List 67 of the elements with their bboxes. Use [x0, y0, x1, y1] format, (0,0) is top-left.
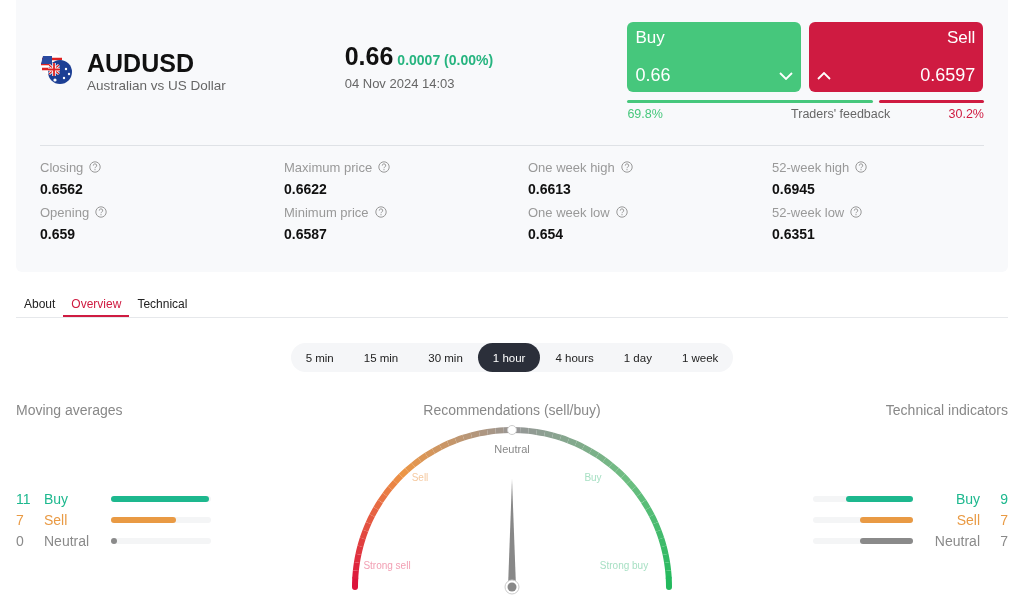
signal-label: Buy [44, 491, 70, 507]
section-tab[interactable]: About [16, 292, 64, 317]
zone-label: Strong sell [363, 560, 411, 571]
help-icon[interactable] [855, 161, 868, 173]
signal-count: 7 [999, 512, 1008, 528]
stat-label: Minimum price [284, 205, 369, 220]
zone-label: Sell [411, 472, 429, 483]
stat-label: 52-week high [772, 160, 850, 175]
stat-label: One week high [528, 160, 615, 175]
signal-label: Neutral [933, 533, 980, 549]
help-icon[interactable] [615, 206, 628, 218]
gauge-marker [507, 425, 517, 435]
section-title: Recommendations (sell/buy) [422, 402, 602, 418]
help-icon[interactable] [374, 206, 387, 218]
stat-value: 0.6562 [40, 181, 84, 197]
signal-count: 11 [16, 491, 32, 507]
chevron-down-icon [779, 71, 794, 80]
stat-value: 0.6945 [772, 181, 816, 197]
stat-value: 0.659 [40, 226, 77, 242]
timeframe-button[interactable]: 1 week [666, 343, 734, 372]
timeframe-button[interactable]: 5 min [290, 343, 349, 372]
stat-value: 0.6613 [528, 181, 572, 197]
timeframe-button[interactable]: 4 hours [540, 343, 609, 372]
section-tab[interactable]: Technical [129, 292, 196, 317]
sell-button[interactable]: Sell 0.6597 [809, 22, 984, 92]
stat-label: Maximum price [284, 160, 373, 175]
signal-label: Sell [44, 512, 69, 528]
timeframe-button[interactable]: 1 hour [477, 343, 541, 372]
zone-label: Buy [584, 472, 602, 483]
section-title: Moving averages [16, 402, 124, 418]
sell-share: 30.2% [948, 107, 984, 121]
stat-value: 0.6587 [284, 226, 328, 242]
timeframe-button[interactable]: 15 min [348, 343, 414, 372]
help-icon[interactable] [95, 206, 108, 218]
zone-label: Neutral [494, 443, 530, 455]
flag-icon [40, 52, 74, 86]
zone-label: Strong buy [599, 560, 649, 571]
stat-label: 52-week low [772, 205, 845, 220]
stat-value: 0.6622 [284, 181, 328, 197]
timeframe-button[interactable]: 30 min [413, 343, 478, 372]
instrument-name: Australian vs US Dollar [87, 78, 226, 93]
stat-value: 0.654 [528, 226, 565, 242]
signal-count: 7 [999, 533, 1008, 549]
chevron-up-icon [817, 71, 832, 80]
feedback-label: Traders' feedback [791, 107, 891, 121]
instrument-symbol: AUDUSD [87, 49, 195, 77]
signal-label: Buy [954, 491, 980, 507]
price-change: 0.0007 (0.00%) [397, 52, 494, 68]
current-price: 0.66 [344, 42, 394, 70]
signal-count: 7 [16, 512, 25, 528]
stat-label: Closing [40, 160, 84, 175]
help-icon[interactable] [620, 161, 633, 173]
signal-count: 9 [999, 491, 1008, 507]
help-icon[interactable] [850, 206, 863, 218]
help-icon[interactable] [89, 161, 102, 173]
section-title: Technical indicators [884, 402, 1008, 418]
stat-label: One week low [528, 205, 610, 220]
timestamp: 04 Nov 2024 14:03 [344, 76, 456, 91]
stat-label: Opening [40, 205, 90, 220]
section-tab[interactable]: Overview [63, 292, 130, 317]
buy-share: 69.8% [627, 107, 663, 121]
signal-count: 0 [16, 533, 25, 549]
stat-value: 0.6351 [772, 226, 816, 242]
signal-label: Neutral [44, 533, 91, 549]
signal-label: Sell [955, 512, 980, 528]
timeframe-button[interactable]: 1 day [608, 343, 667, 372]
help-icon[interactable] [378, 161, 391, 173]
